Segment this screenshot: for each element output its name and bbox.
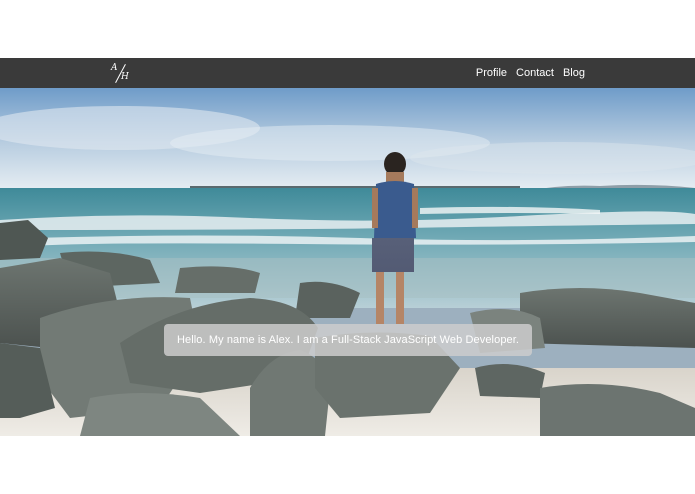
logo[interactable]: A H: [109, 61, 133, 85]
logo-letter-bottom: H: [121, 72, 129, 82]
logo-letter-top: A: [111, 63, 118, 73]
nav-link-contact[interactable]: Contact: [516, 67, 554, 79]
hero-tagline: Hello. My name is Alex. I am a Full-Stac…: [164, 324, 532, 356]
navbar: A H Profile Contact Blog: [0, 58, 695, 88]
nav-link-profile[interactable]: Profile: [476, 67, 507, 79]
nav-link-blog[interactable]: Blog: [563, 67, 585, 79]
hero-beach-photo: [0, 88, 695, 436]
nav-links: Profile Contact Blog: [476, 58, 585, 88]
hero-section: Hello. My name is Alex. I am a Full-Stac…: [0, 88, 695, 436]
